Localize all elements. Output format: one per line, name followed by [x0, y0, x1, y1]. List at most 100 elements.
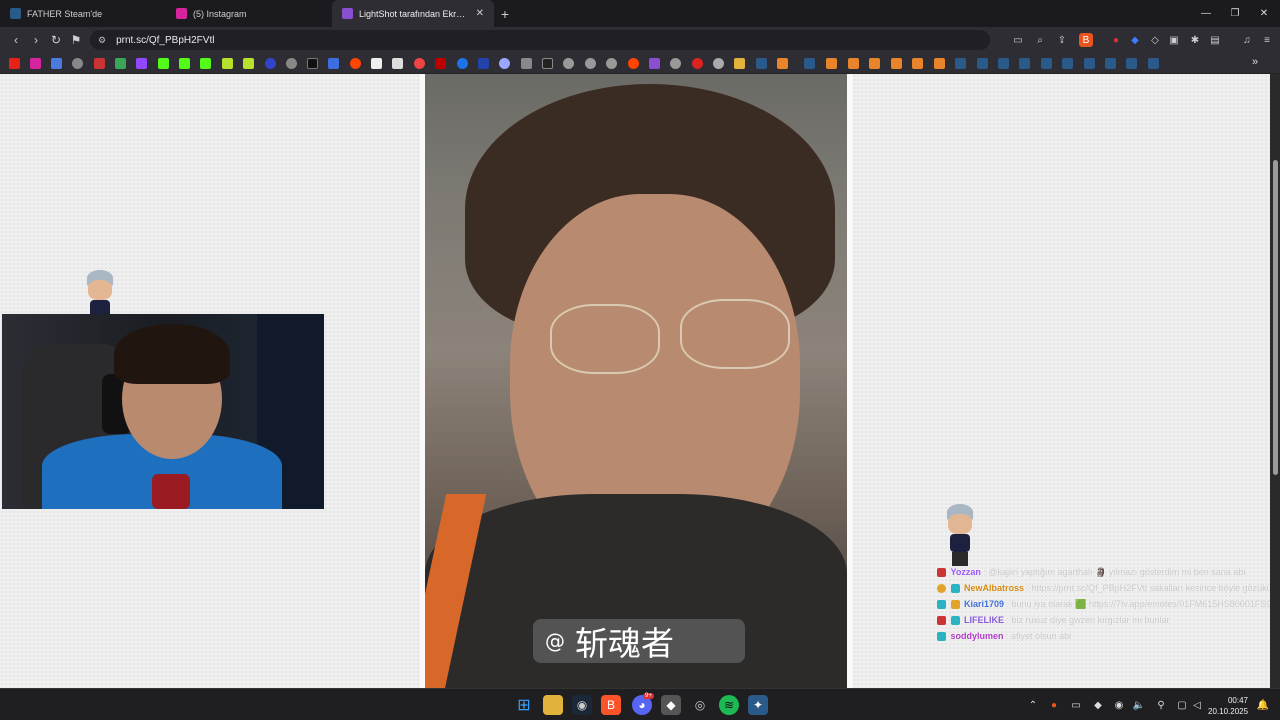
gmail-icon[interactable] — [94, 58, 105, 69]
bookmark-icon[interactable] — [457, 58, 468, 69]
bookmark-icon[interactable] — [670, 58, 681, 69]
close-tab-icon[interactable]: ✕ — [476, 8, 484, 19]
steam-icon[interactable] — [1105, 58, 1116, 69]
media-icon[interactable]: ♫ — [1240, 33, 1254, 47]
patreon-icon[interactable] — [371, 58, 382, 69]
steam-icon[interactable]: ◉ — [1113, 699, 1125, 711]
app-icon[interactable]: ◆ — [661, 695, 681, 715]
file-explorer-icon[interactable] — [543, 695, 563, 715]
bookmark-icon[interactable] — [72, 58, 83, 69]
speaker-icon[interactable]: 🔈 — [1133, 699, 1145, 711]
bookmark-icon[interactable] — [51, 58, 62, 69]
lightshot-icon[interactable] — [649, 58, 660, 69]
tab-steam[interactable]: FATHER Steam'de — [0, 0, 166, 27]
cast-icon[interactable]: ▭ — [1011, 33, 1025, 47]
steam-icon[interactable] — [804, 58, 815, 69]
steam-icon[interactable] — [955, 58, 966, 69]
address-bar[interactable]: ⚙ prnt.sc/Qf_PBpH2FVtl — [90, 30, 990, 50]
back-icon[interactable]: ‹ — [6, 30, 26, 50]
spotify-icon[interactable]: ≋ — [719, 695, 739, 715]
steam-icon[interactable] — [1084, 58, 1095, 69]
sidebar-icon[interactable]: ▤ — [1208, 33, 1222, 47]
steam-icon[interactable] — [1019, 58, 1030, 69]
bookmark-icon[interactable] — [478, 58, 489, 69]
bookmark-icon[interactable] — [222, 58, 233, 69]
twitch-icon[interactable] — [136, 58, 147, 69]
volume-icon[interactable]: ◁ — [1191, 699, 1203, 711]
bookmark-icon[interactable] — [891, 58, 902, 69]
wallet-icon[interactable]: ◆ — [1128, 33, 1142, 47]
bookmark-icon[interactable] — [265, 58, 276, 69]
maximize-button[interactable]: ❐ — [1219, 0, 1251, 27]
zoom-icon[interactable]: ⌕ — [1033, 33, 1047, 47]
battery-icon[interactable]: ▭ — [1070, 699, 1082, 711]
bookmark-icon[interactable] — [542, 58, 553, 69]
screenshot-icon[interactable]: ▣ — [1167, 33, 1181, 47]
bookmark-icon[interactable]: ⚑ — [66, 30, 86, 50]
bookmark-icon[interactable] — [606, 58, 617, 69]
bookmark-icon[interactable] — [521, 58, 532, 69]
steam-icon[interactable] — [977, 58, 988, 69]
steam-icon[interactable] — [1126, 58, 1137, 69]
youtube-icon[interactable] — [9, 58, 20, 69]
bookmark-icon[interactable] — [713, 58, 724, 69]
bookmark-icon[interactable] — [435, 58, 446, 69]
x-icon[interactable] — [307, 58, 318, 69]
tab-lightshot[interactable]: LightShot tarafından Ekran Görü ✕ — [332, 0, 494, 27]
extension-icon[interactable]: ◇ — [1148, 33, 1162, 47]
kick-icon[interactable] — [158, 58, 169, 69]
bookmark-icon[interactable] — [912, 58, 923, 69]
drive-icon[interactable] — [115, 58, 126, 69]
reddit-icon[interactable] — [350, 58, 361, 69]
new-tab-button[interactable]: + — [494, 0, 516, 27]
bookmark-icon[interactable] — [286, 58, 297, 69]
bookmark-icon[interactable] — [692, 58, 703, 69]
bookmark-icon[interactable] — [826, 58, 837, 69]
share-icon[interactable]: ⇪ — [1055, 33, 1069, 47]
scrollbar-thumb[interactable] — [1273, 160, 1278, 475]
bookmark-icon[interactable] — [869, 58, 880, 69]
clock[interactable]: 00:47 20.10.2025 — [1208, 695, 1248, 717]
brave-icon[interactable]: B — [601, 695, 621, 715]
instagram-icon[interactable] — [30, 58, 41, 69]
bookmark-icon[interactable] — [243, 58, 254, 69]
tray-app-icon[interactable]: ● — [1048, 699, 1060, 711]
folder-icon[interactable] — [734, 58, 745, 69]
notifications-icon[interactable]: 🔔 — [1257, 699, 1269, 711]
close-window-button[interactable]: ✕ — [1248, 0, 1280, 27]
chevron-up-icon[interactable]: ⌃ — [1027, 699, 1039, 711]
bookmark-icon[interactable] — [563, 58, 574, 69]
steam-icon[interactable] — [1041, 58, 1052, 69]
bookmark-icon[interactable] — [328, 58, 339, 69]
windows-start-icon[interactable]: ⊞ — [514, 695, 534, 715]
menu-icon[interactable]: ≡ — [1260, 33, 1274, 47]
bookmark-icon[interactable] — [848, 58, 859, 69]
reddit-icon[interactable] — [628, 58, 639, 69]
site-settings-icon[interactable]: ⚙ — [98, 35, 106, 46]
minimize-button[interactable]: — — [1190, 0, 1222, 27]
steam-icon[interactable] — [1062, 58, 1073, 69]
more-bookmarks-icon[interactable]: » — [1252, 56, 1258, 68]
microphone-icon[interactable]: ⚲ — [1155, 699, 1167, 711]
ublock-icon[interactable]: ● — [1109, 33, 1123, 47]
extensions-puzzle-icon[interactable]: ✱ — [1188, 33, 1202, 47]
steam-icon[interactable] — [756, 58, 767, 69]
amazon-icon[interactable] — [392, 58, 403, 69]
bookmark-icon[interactable] — [777, 58, 788, 69]
tab-instagram[interactable]: (5) Instagram — [166, 0, 332, 27]
steam-icon[interactable] — [1148, 58, 1159, 69]
steam-icon[interactable]: ◉ — [572, 695, 592, 715]
brave-shields-icon[interactable]: B — [1079, 33, 1093, 47]
tray-app-icon[interactable]: ◆ — [1092, 699, 1104, 711]
app-icon[interactable]: ✦ — [748, 695, 768, 715]
network-icon[interactable]: ▢ — [1176, 699, 1188, 711]
bookmark-icon[interactable] — [585, 58, 596, 69]
obs-icon[interactable]: ◎ — [690, 695, 710, 715]
forward-icon[interactable]: › — [26, 30, 46, 50]
bookmark-icon[interactable] — [414, 58, 425, 69]
bookmark-icon[interactable] — [934, 58, 945, 69]
kick-icon[interactable] — [179, 58, 190, 69]
reload-icon[interactable]: ↻ — [46, 30, 66, 50]
bookmark-icon[interactable] — [499, 58, 510, 69]
kick-icon[interactable] — [200, 58, 211, 69]
